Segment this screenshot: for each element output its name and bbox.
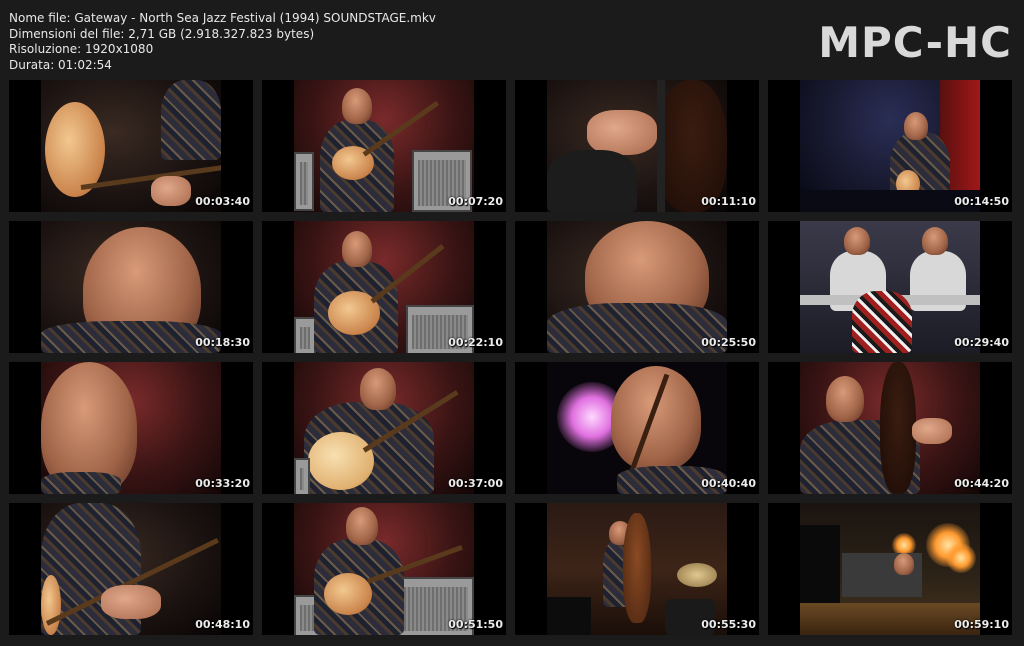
thumbnail-grid: 00:03:40 00:07:20 00:11:10 00:14:50 00:1… — [9, 80, 1012, 635]
video-frame — [547, 503, 727, 635]
timestamp-label: 00:37:00 — [448, 477, 503, 490]
timestamp-label: 00:25:50 — [701, 336, 756, 349]
thumbnail[interactable]: 00:07:20 — [262, 80, 506, 212]
video-frame — [294, 362, 474, 494]
video-frame — [800, 221, 980, 353]
thumbnail[interactable]: 00:44:20 — [768, 362, 1012, 494]
timestamp-label: 00:18:30 — [195, 336, 250, 349]
timestamp-label: 00:07:20 — [448, 195, 503, 208]
file-info-panel: Nome file: Gateway - North Sea Jazz Fest… — [9, 11, 436, 73]
mpc-hc-logo: MPC-HC — [818, 18, 1012, 67]
video-frame — [800, 362, 980, 494]
video-frame — [294, 80, 474, 212]
thumbnail[interactable]: 00:33:20 — [9, 362, 253, 494]
video-frame — [41, 80, 221, 212]
timestamp-label: 00:14:50 — [954, 195, 1009, 208]
timestamp-label: 00:44:20 — [954, 477, 1009, 490]
duration-line: Durata: 01:02:54 — [9, 57, 112, 72]
timestamp-label: 00:48:10 — [195, 618, 250, 631]
thumbnail[interactable]: 00:29:40 — [768, 221, 1012, 353]
timestamp-label: 00:11:10 — [701, 195, 756, 208]
video-frame — [800, 503, 980, 635]
thumbnail[interactable]: 00:37:00 — [262, 362, 506, 494]
thumbnail[interactable]: 00:55:30 — [515, 503, 759, 635]
resolution-line: Risoluzione: 1920x1080 — [9, 42, 154, 56]
thumbnail[interactable]: 00:03:40 — [9, 80, 253, 212]
timestamp-label: 00:51:50 — [448, 618, 503, 631]
thumbnail[interactable]: 00:48:10 — [9, 503, 253, 635]
thumbnail[interactable]: 00:59:10 — [768, 503, 1012, 635]
video-frame — [294, 503, 474, 635]
timestamp-label: 00:03:40 — [195, 195, 250, 208]
thumbnail[interactable]: 00:40:40 — [515, 362, 759, 494]
timestamp-label: 00:22:10 — [448, 336, 503, 349]
thumbnail[interactable]: 00:14:50 — [768, 80, 1012, 212]
file-size-line: Dimensioni del file: 2,71 GB (2.918.327.… — [9, 26, 315, 41]
timestamp-label: 00:29:40 — [954, 336, 1009, 349]
video-frame — [547, 362, 727, 494]
thumbnail[interactable]: 00:51:50 — [262, 503, 506, 635]
file-name-line: Nome file: Gateway - North Sea Jazz Fest… — [9, 11, 436, 25]
video-frame — [294, 221, 474, 353]
video-frame — [547, 80, 727, 212]
timestamp-label: 00:55:30 — [701, 618, 756, 631]
timestamp-label: 00:33:20 — [195, 477, 250, 490]
video-frame — [41, 362, 221, 494]
video-frame — [41, 503, 221, 635]
thumbnail[interactable]: 00:11:10 — [515, 80, 759, 212]
thumbnail[interactable]: 00:22:10 — [262, 221, 506, 353]
thumbnail[interactable]: 00:18:30 — [9, 221, 253, 353]
video-frame — [547, 221, 727, 353]
video-frame — [41, 221, 221, 353]
video-frame — [800, 80, 980, 212]
timestamp-label: 00:59:10 — [954, 618, 1009, 631]
thumbnail[interactable]: 00:25:50 — [515, 221, 759, 353]
timestamp-label: 00:40:40 — [701, 477, 756, 490]
